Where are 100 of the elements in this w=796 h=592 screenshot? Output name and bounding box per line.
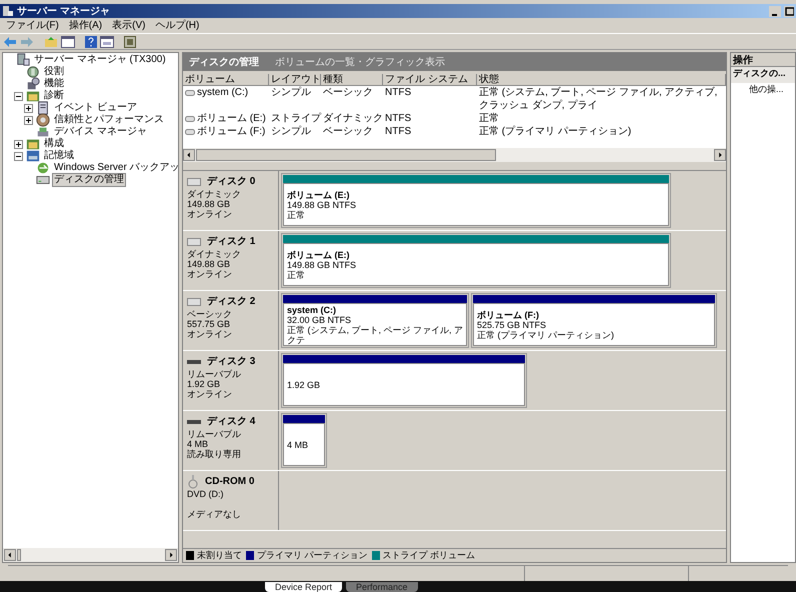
partition[interactable]: system (C:) 32.00 GB NTFS 正常 (システム, ブート, ページ ファイル, アクテ [281, 293, 469, 348]
properties-icon[interactable] [124, 36, 136, 48]
tree-item[interactable]: ディスクの管理 [53, 174, 125, 186]
tab[interactable]: Performance [346, 582, 418, 592]
partition-info: 4 MB [287, 440, 310, 450]
expander-icon[interactable] [24, 104, 33, 112]
partition[interactable]: ボリューム (F:) 525.75 GB NTFS 正常 (プライマリ パーティション) [471, 293, 717, 348]
column-header[interactable]: 状態 [477, 74, 726, 85]
disk-info: 読み取り専用 [187, 449, 242, 459]
tree-item[interactable]: 信頼性とパフォーマンス [53, 114, 165, 126]
actions-title: 操作 [731, 53, 795, 67]
expander-icon[interactable] [14, 152, 23, 160]
tree-item[interactable]: 記憶域 [43, 150, 75, 162]
disk-info: DVD (D:) [187, 489, 224, 499]
tree-item[interactable]: Windows Server バックアッ [53, 162, 178, 174]
minimize-icon[interactable] [769, 6, 781, 16]
partition-info: 32.00 GB NTFS [287, 314, 352, 324]
tree-item[interactable]: 診断 [43, 90, 65, 102]
table-cell: シンプル [271, 86, 311, 99]
features-icon [26, 77, 40, 91]
disk-name: ディスク 3 [207, 355, 256, 369]
table-cell: ベーシック [323, 125, 373, 138]
disk-info: オンライン [187, 269, 233, 279]
disk-info: 149.88 GB [187, 199, 232, 209]
maximize-icon[interactable] [784, 6, 794, 16]
action-group[interactable]: ディスクの... [731, 67, 795, 83]
disk-info: ベーシック [187, 309, 233, 319]
partition[interactable]: ボリューム (E:) 149.88 GB NTFS 正常 [281, 233, 671, 288]
horizontal-scrollbar[interactable] [183, 148, 726, 162]
disk-info: ダイナミック [187, 189, 242, 199]
tree-item[interactable]: イベント ビューア [53, 102, 138, 114]
table-cell: NTFS [385, 112, 412, 125]
column-header[interactable]: ファイル システム [383, 74, 477, 85]
folder-icon [26, 137, 40, 151]
column-header[interactable]: ボリューム [183, 74, 269, 85]
table-cell: ボリューム (E:) [197, 112, 266, 125]
disk-info: ダイナミック [187, 249, 242, 259]
legend-label: ストライプ ボリューム [382, 548, 476, 562]
disk-name: ディスク 4 [207, 415, 256, 429]
tree-item[interactable]: デバイス マネージャ [53, 126, 148, 138]
log-icon [36, 101, 50, 115]
menu-item[interactable]: ファイル(F) [6, 18, 59, 33]
column-header[interactable]: レイアウト [269, 74, 321, 85]
expander-icon[interactable] [14, 140, 23, 148]
tab[interactable]: Device Report [265, 582, 342, 592]
table-cell: NTFS [385, 125, 412, 138]
menu-item[interactable]: ヘルプ(H) [155, 18, 200, 33]
storage-icon [26, 149, 40, 163]
table-cell: ストライプ [271, 112, 321, 125]
column-header[interactable]: 種類 [321, 74, 383, 85]
horizontal-scrollbar[interactable] [3, 548, 178, 562]
table-cell: ダイナミック [323, 112, 383, 125]
disk-info: リムーバブル [187, 429, 242, 439]
scroll-left-icon[interactable] [183, 149, 195, 161]
disk-info: 1.92 GB [187, 379, 222, 389]
table-cell: 正常 [479, 112, 499, 125]
device-icon [36, 125, 50, 139]
scroll-thumb[interactable] [17, 549, 21, 561]
partition[interactable]: 4 MB [281, 413, 327, 468]
drive-icon [187, 418, 201, 424]
expander-icon[interactable] [24, 116, 33, 124]
partition[interactable]: ボリューム (E:) 149.88 GB NTFS 正常 [281, 173, 671, 228]
partition-info: 149.88 GB NTFS [287, 200, 358, 210]
scroll-right-icon[interactable] [714, 149, 726, 161]
partition[interactable]: 1.92 GB [281, 353, 527, 408]
scroll-right-icon[interactable] [165, 549, 177, 561]
disk-name: ディスク 1 [207, 235, 256, 249]
menu-item[interactable]: 表示(V) [112, 18, 146, 33]
drive-icon [187, 358, 201, 364]
partition-info: 正常 (システム, ブート, ページ ファイル, アクテ [287, 324, 463, 344]
partition-title: system (C:) [287, 304, 338, 314]
disk-info: 149.88 GB [187, 259, 232, 269]
pane-icon[interactable] [61, 36, 75, 48]
partition-info: 正常 [287, 210, 306, 220]
menu-item[interactable]: 操作(A) [68, 18, 102, 33]
partition-info: 正常 [287, 270, 306, 280]
help-icon[interactable] [85, 36, 97, 48]
table-cell-text: 正常 (システム, ブート, ページ ファイル, アクティブ, クラッシュ ダンプ, プライ [479, 86, 718, 112]
tree-item[interactable]: 構成 [43, 138, 65, 150]
table-cell: 正常 (プライマリ パーティション) [479, 125, 632, 138]
disk-name: ディスク 0 [207, 175, 256, 189]
gauge-icon [36, 113, 50, 127]
expander-icon[interactable] [14, 92, 23, 100]
tree-item[interactable]: 機能 [43, 78, 65, 90]
table-cell: シンプル [271, 125, 311, 138]
disk-info: オンライン [187, 389, 233, 399]
legend-label: 未割り当て [197, 548, 242, 562]
partition-info: 正常 (プライマリ パーティション) [477, 330, 615, 340]
scroll-left-icon[interactable] [4, 549, 16, 561]
table-cell: NTFS [385, 86, 412, 99]
tree-item[interactable]: 役割 [43, 66, 65, 78]
app-icon [2, 5, 14, 17]
window-icon[interactable] [100, 36, 114, 48]
partition-title: ボリューム (F:) [477, 310, 540, 320]
window-title: サーバー マネージャ [17, 4, 110, 18]
scroll-thumb[interactable] [196, 149, 496, 161]
tree-item[interactable]: サーバー マネージャ (TX300) [33, 54, 167, 66]
action-item[interactable]: 他の操... [731, 83, 795, 97]
partition-title: ボリューム (E:) [287, 250, 350, 260]
optical-drive-icon [187, 474, 199, 488]
